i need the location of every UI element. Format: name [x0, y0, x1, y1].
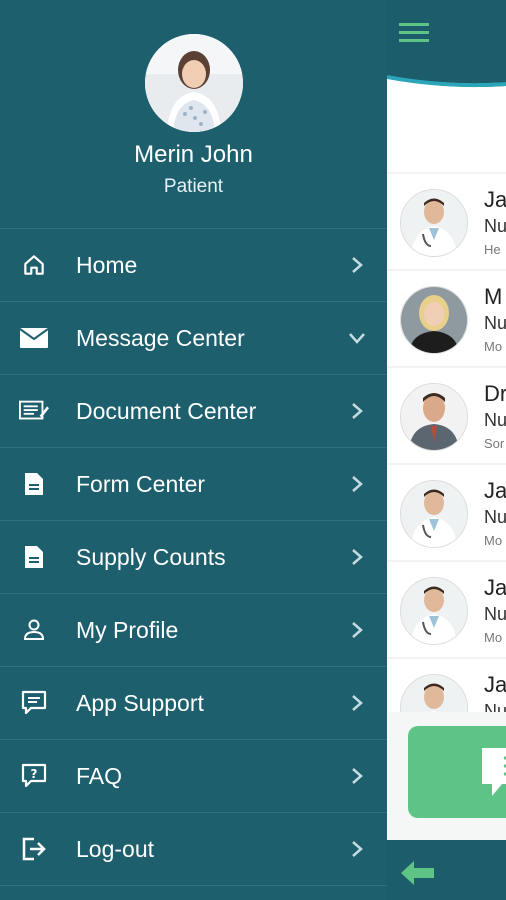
contact-avatar: [400, 674, 468, 712]
doctor-avatar: [401, 481, 467, 547]
menu-item-app-support[interactable]: App Support: [0, 667, 387, 740]
contact-subtitle: He: [484, 242, 501, 257]
document-edit-icon: [19, 396, 49, 426]
back-arrow-icon[interactable]: [401, 860, 435, 886]
doctor-avatar: [401, 675, 467, 712]
contact-title: Nu: [484, 701, 506, 712]
contact-subtitle: Mo: [484, 339, 503, 354]
contact-avatar: [400, 286, 468, 354]
contact-subtitle: Sor: [484, 436, 505, 451]
chevron-right-icon: [347, 693, 367, 713]
home-icon: [19, 250, 49, 280]
contact-name: Ja: [484, 187, 506, 212]
menu-item-document-center[interactable]: Document Center: [0, 375, 387, 448]
menu-item-my-profile[interactable]: My Profile: [0, 594, 387, 667]
contact-title: Nu: [484, 604, 506, 624]
menu-item-form-center[interactable]: Form Center: [0, 448, 387, 521]
contact-title: Nu: [484, 313, 506, 333]
doctor-avatar: [401, 578, 467, 644]
header-wave-decoration: [387, 60, 506, 110]
chat-icon: [19, 688, 49, 718]
menu-label: Home: [76, 251, 138, 278]
menu-label: FAQ: [76, 762, 123, 789]
logout-icon: [19, 834, 49, 864]
profile-avatar[interactable]: [145, 34, 243, 132]
contact-list: Ja Nu He M Nu Mo Dr Nu Sor Ja Nu Mo Ja N…: [387, 172, 506, 712]
contact-title: Nu: [484, 507, 506, 527]
menu-label: My Profile: [76, 616, 179, 643]
menu-item-home[interactable]: Home: [0, 229, 387, 302]
list-item[interactable]: Ja Nu: [387, 659, 506, 712]
profile-name: Merin John: [134, 141, 253, 168]
contact-avatar: [400, 189, 468, 257]
list-item[interactable]: Ja Nu Mo: [387, 465, 506, 560]
menu-label: Form Center: [76, 470, 206, 497]
svg-text:?: ?: [31, 767, 38, 781]
menu-item-log-out[interactable]: Log-out: [0, 813, 387, 886]
chevron-right-icon: [347, 474, 367, 494]
new-message-button[interactable]: [408, 726, 506, 818]
profile-role: Patient: [163, 176, 224, 197]
contact-title: Nu: [484, 410, 506, 430]
contact-avatar: [400, 577, 468, 645]
navigation-drawer: Merin John Patient Home Message Center D…: [0, 0, 387, 900]
patient-photo: [145, 34, 243, 132]
drawer-menu: Home Message Center Document Center Form…: [0, 229, 387, 886]
contact-name: Dr: [484, 381, 506, 406]
chevron-right-icon: [347, 839, 367, 859]
bottom-bar: [387, 840, 506, 900]
contact-subtitle: Mo: [484, 630, 503, 645]
contact-avatar: [400, 480, 468, 548]
contact-title: Nu: [484, 216, 506, 236]
menu-item-supply-counts[interactable]: Supply Counts: [0, 521, 387, 594]
list-item[interactable]: M Nu Mo: [387, 271, 506, 366]
contact-name: Ja: [484, 478, 506, 503]
file-icon: [19, 469, 49, 499]
menu-label: Supply Counts: [76, 543, 226, 570]
man-avatar: [401, 384, 467, 450]
chevron-right-icon: [347, 547, 367, 567]
contact-name: Ja: [484, 672, 506, 697]
chevron-right-icon: [347, 255, 367, 275]
compose-panel: [387, 712, 506, 840]
menu-item-message-center[interactable]: Message Center: [0, 302, 387, 375]
envelope-icon: [19, 323, 49, 353]
menu-label: Log-out: [76, 835, 155, 862]
help-icon: ?: [19, 761, 49, 791]
contact-subtitle: Mo: [484, 533, 503, 548]
main-content-panel: Ja Nu He M Nu Mo Dr Nu Sor Ja Nu Mo Ja N…: [387, 0, 506, 900]
menu-label: Document Center: [76, 397, 257, 424]
menu-label: App Support: [76, 689, 204, 716]
list-item[interactable]: Ja Nu He: [387, 174, 506, 269]
profile-header: Merin John Patient: [0, 0, 387, 229]
chevron-right-icon: [347, 766, 367, 786]
chevron-down-icon: [347, 328, 367, 348]
contact-name: Ja: [484, 575, 506, 600]
menu-label: Message Center: [76, 324, 245, 351]
hamburger-menu-icon[interactable]: [399, 20, 429, 46]
list-item[interactable]: Dr Nu Sor: [387, 368, 506, 463]
chevron-right-icon: [347, 401, 367, 421]
message-icon: [482, 748, 506, 796]
menu-item-faq[interactable]: ? FAQ: [0, 740, 387, 813]
doctor-avatar: [401, 190, 467, 256]
chevron-right-icon: [347, 620, 367, 640]
list-item[interactable]: Ja Nu Mo: [387, 562, 506, 657]
woman-avatar: [401, 287, 467, 353]
contact-name: M: [484, 284, 503, 309]
file-icon: [19, 542, 49, 572]
contact-avatar: [400, 383, 468, 451]
person-icon: [19, 615, 49, 645]
